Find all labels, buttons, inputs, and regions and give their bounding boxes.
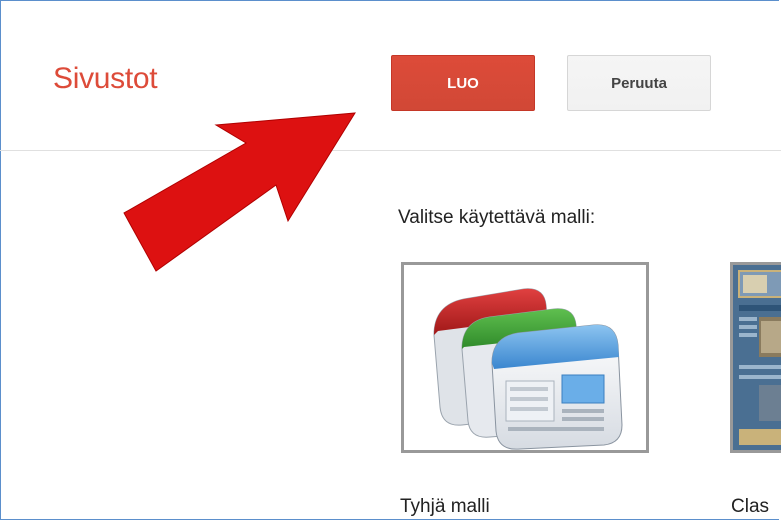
template-tile-blank[interactable] xyxy=(401,262,649,453)
create-button[interactable]: LUO xyxy=(391,55,535,111)
template-prompt: Valitse käytettävä malli: xyxy=(398,207,596,228)
classic-template-thumbnail-icon xyxy=(733,265,781,450)
template-label-classic: Clas xyxy=(731,496,770,517)
template-tile-classic[interactable] xyxy=(730,262,781,453)
stacked-documents-icon xyxy=(433,288,623,450)
page-title: Sivustot xyxy=(53,62,158,95)
template-label-blank: Tyhjä malli xyxy=(400,496,490,517)
cancel-button[interactable]: Peruuta xyxy=(567,55,711,111)
arrow-pointer-icon xyxy=(123,112,356,272)
